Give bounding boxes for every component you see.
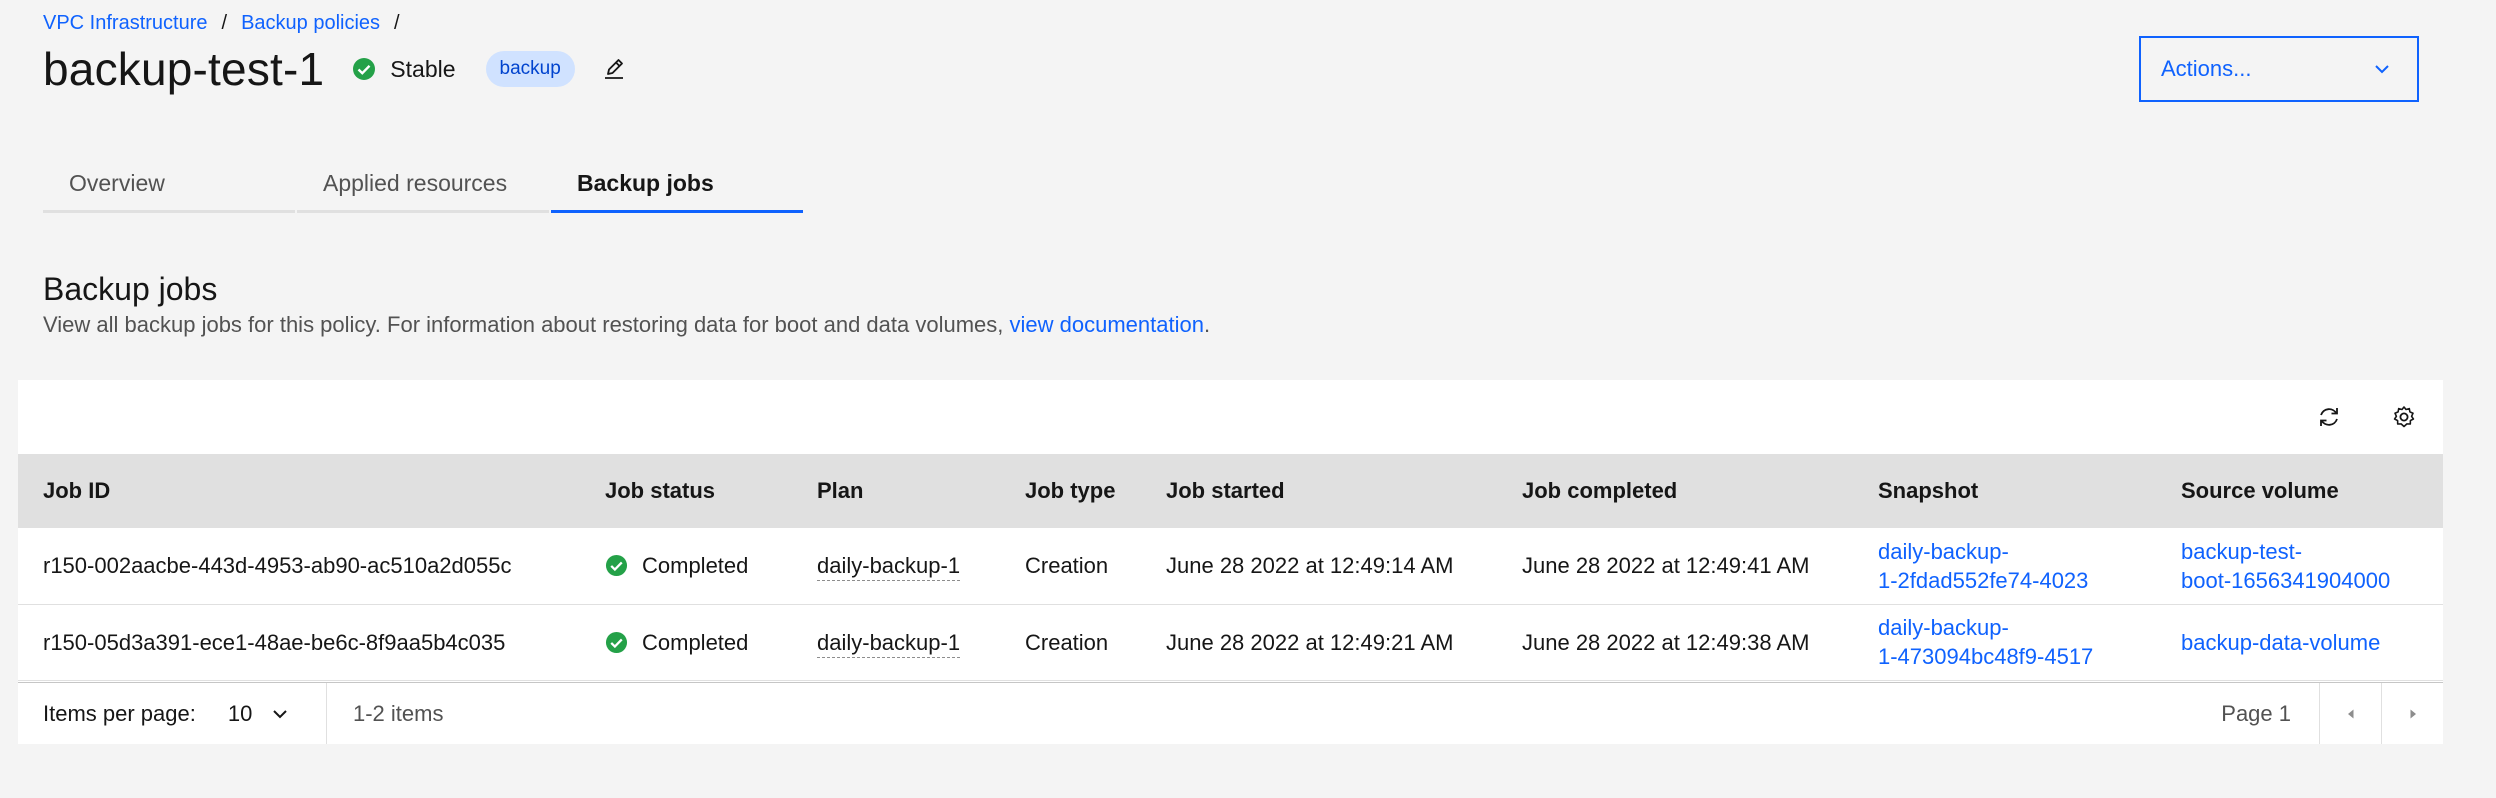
- actions-dropdown[interactable]: Actions...: [2139, 36, 2419, 102]
- job-started-cell: June 28 2022 at 12:49:21 AM: [1141, 604, 1497, 681]
- source-volume-link-line: backup-test-: [2181, 538, 2303, 564]
- job-status-text: Completed: [642, 629, 749, 655]
- edit-icon[interactable]: [601, 56, 627, 82]
- checkmark-filled-icon: [353, 58, 376, 80]
- table-toolbar: [18, 380, 2443, 454]
- job-status-cell: Completed: [580, 604, 792, 681]
- tab-list: Overview Applied resources Backup jobs: [43, 160, 805, 213]
- gear-icon: [2393, 406, 2415, 428]
- table-row: r150-002aacbe-443d-4953-ab90-ac510a2d055…: [18, 528, 2443, 605]
- caret-right-icon: [2410, 709, 2416, 718]
- job-status-text: Completed: [642, 553, 749, 579]
- pagination: Items per page: 10 1-2 items Page 1: [18, 682, 2443, 744]
- source-volume-cell: backup-test-boot-1656341904000: [2156, 528, 2443, 605]
- chevron-down-icon: [273, 709, 288, 718]
- tab-applied-resources[interactable]: Applied resources: [297, 160, 549, 213]
- column-header-job-started[interactable]: Job started: [1141, 454, 1497, 528]
- column-header-job-completed[interactable]: Job completed: [1497, 454, 1853, 528]
- items-per-page: Items per page: 10: [18, 683, 327, 744]
- job-id-cell: r150-002aacbe-443d-4953-ab90-ac510a2d055…: [18, 528, 580, 605]
- caret-left-icon: [2347, 709, 2353, 718]
- next-page-button[interactable]: [2381, 683, 2443, 744]
- section-description: View all backup jobs for this policy. Fo…: [43, 312, 1210, 338]
- column-header-job-id[interactable]: Job ID: [18, 454, 580, 528]
- snapshot-link-line: daily-backup-: [1878, 538, 2009, 564]
- snapshot-cell: daily-backup- 1-473094bc48f9-4517: [1853, 604, 2156, 681]
- item-range: 1-2 items: [353, 700, 444, 726]
- page-title: backup-test-1: [43, 43, 325, 95]
- checkmark-filled-icon: [605, 555, 628, 577]
- snapshot-link-line: 1-473094bc48f9-4517: [1878, 644, 2094, 669]
- previous-page-button[interactable]: [2319, 683, 2381, 744]
- refresh-button[interactable]: [2309, 397, 2349, 437]
- plan-cell: daily-backup-1: [792, 604, 1000, 681]
- plan-name[interactable]: daily-backup-1: [817, 553, 961, 582]
- view-documentation-link[interactable]: view documentation: [1010, 312, 1204, 337]
- page-number: Page 1: [2221, 700, 2291, 726]
- job-status-cell: Completed: [580, 528, 792, 605]
- tag-badge: backup: [485, 51, 575, 87]
- breadcrumb-separator: /: [394, 12, 400, 34]
- description-suffix: .: [1203, 312, 1211, 337]
- snapshot-link[interactable]: daily-backup- 1-473094bc48f9-4517: [1878, 615, 2093, 669]
- job-completed-cell: June 28 2022 at 12:49:38 AM: [1497, 604, 1853, 681]
- snapshot-cell: daily-backup- 1-2fdad552fe74-4023: [1853, 528, 2156, 605]
- column-header-source-volume[interactable]: Source volume: [2156, 454, 2443, 528]
- items-per-page-value: 10: [227, 700, 253, 726]
- job-type-cell: Creation: [1000, 604, 1141, 681]
- page-header: backup-test-1 Stable backup: [43, 40, 627, 98]
- actions-label: Actions...: [2161, 56, 2252, 81]
- settings-button[interactable]: [2384, 397, 2424, 437]
- chevron-down-icon: [2375, 65, 2389, 74]
- description-text: View all backup jobs for this policy. Fo…: [43, 312, 1010, 337]
- job-id-cell: r150-05d3a391-ece1-48ae-be6c-8f9aa5b4c03…: [18, 604, 580, 681]
- status-indicator: Stable: [352, 55, 456, 83]
- refresh-icon: [2320, 408, 2338, 426]
- column-header-plan[interactable]: Plan: [792, 454, 1000, 528]
- job-type-cell: Creation: [1000, 528, 1141, 605]
- section-title: Backup jobs: [43, 271, 218, 307]
- snapshot-link-line: daily-backup-: [1878, 615, 2009, 640]
- job-completed-cell: June 28 2022 at 12:49:41 AM: [1497, 528, 1853, 605]
- items-per-page-select[interactable]: 10: [228, 701, 290, 727]
- source-volume-link[interactable]: backup-test-boot-1656341904000: [2181, 539, 2390, 593]
- source-volume-link[interactable]: backup-data-volume: [2181, 630, 2380, 655]
- tab-overview[interactable]: Overview: [43, 160, 295, 213]
- tab-backup-jobs[interactable]: Backup jobs: [551, 160, 803, 213]
- backup-jobs-table: Job ID Job status Plan Job type Job star…: [18, 380, 2443, 744]
- source-volume-cell: backup-data-volume: [2156, 604, 2443, 681]
- breadcrumb: VPC Infrastructure / Backup policies /: [43, 12, 414, 35]
- table-row: r150-05d3a391-ece1-48ae-be6c-8f9aa5b4c03…: [18, 604, 2443, 681]
- column-header-snapshot[interactable]: Snapshot: [1853, 454, 2156, 528]
- breadcrumb-backup-policies[interactable]: Backup policies: [241, 12, 380, 35]
- table-header-row: Job ID Job status Plan Job type Job star…: [18, 454, 2443, 528]
- breadcrumb-vpc-infrastructure[interactable]: VPC Infrastructure: [43, 12, 208, 35]
- column-header-job-type[interactable]: Job type: [1000, 454, 1141, 528]
- breadcrumb-separator: /: [221, 12, 228, 34]
- status-text: Stable: [390, 55, 456, 82]
- plan-cell: daily-backup-1: [792, 528, 1000, 605]
- items-per-page-label: Items per page:: [43, 700, 196, 726]
- snapshot-link[interactable]: daily-backup- 1-2fdad552fe74-4023: [1878, 539, 2088, 593]
- job-started-cell: June 28 2022 at 12:49:14 AM: [1141, 528, 1497, 605]
- source-volume-link-line: boot-1656341904000: [2181, 567, 2391, 593]
- checkmark-filled-icon: [605, 631, 628, 653]
- snapshot-link-line: 1-2fdad552fe74-4023: [1878, 567, 2089, 593]
- plan-name[interactable]: daily-backup-1: [817, 629, 961, 658]
- jobs-table: Job ID Job status Plan Job type Job star…: [18, 454, 2443, 681]
- column-header-job-status[interactable]: Job status: [580, 454, 792, 528]
